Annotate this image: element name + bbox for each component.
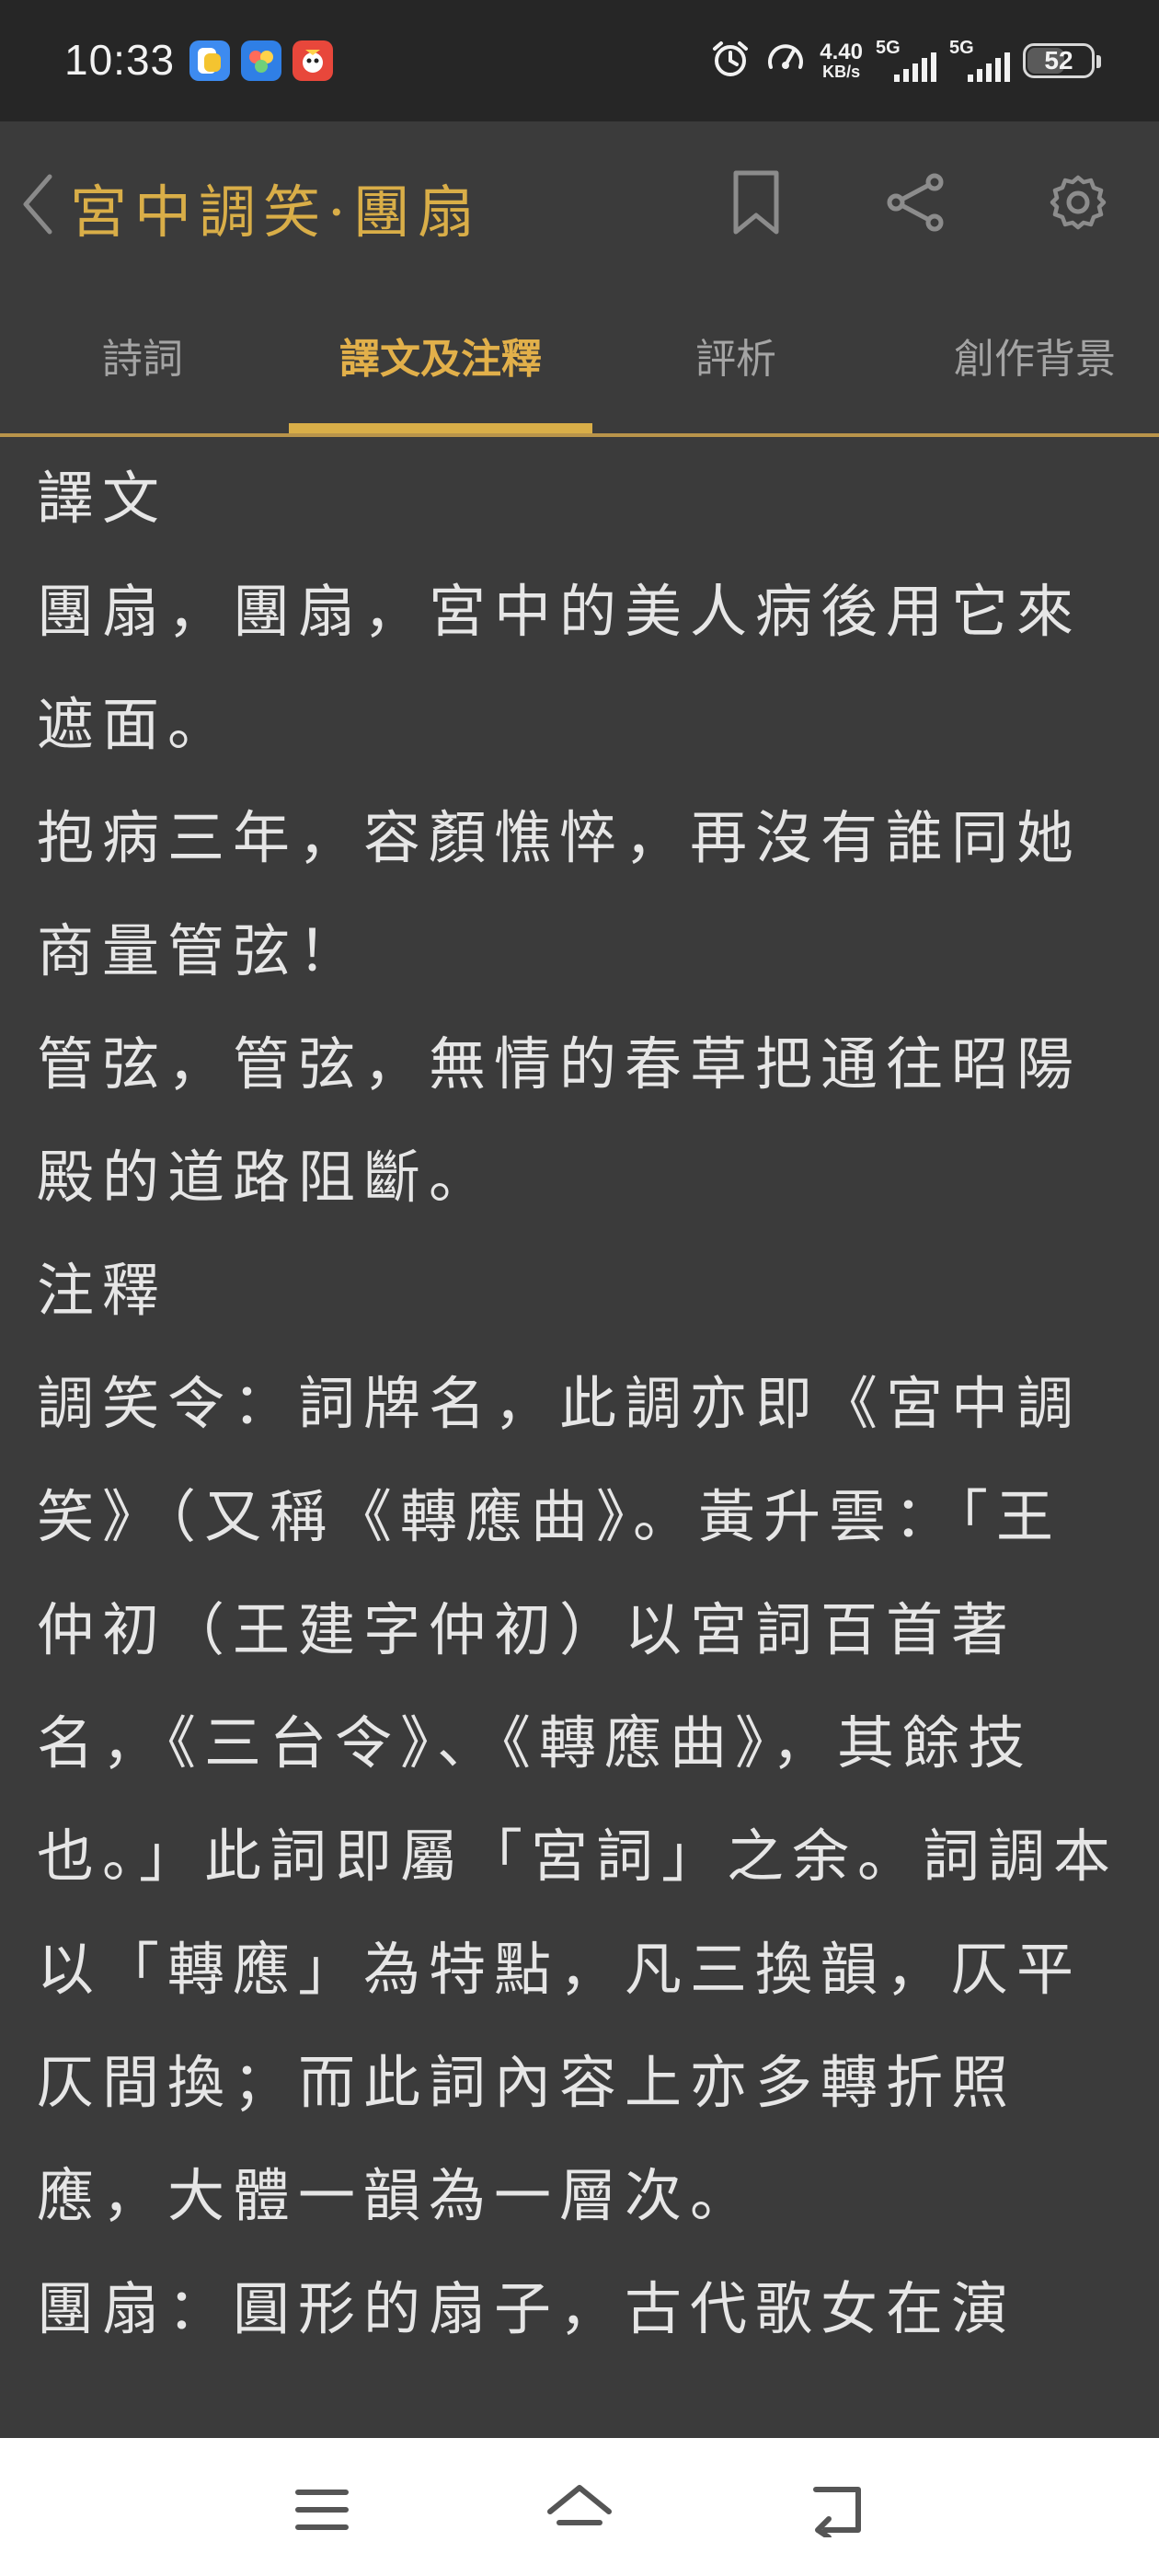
paragraph: 團扇：圓形的扇子，古代歌女在演 [37,2275,1017,2342]
tab-bar: 詩詞 譯文及注釋 評析 創作背景 [0,282,1159,437]
signal-5g-icon: 5G [876,38,936,82]
net-speed: 4.40 KB/s [820,40,863,81]
signal-5g-icon: 5G [949,38,1010,82]
app-header: 宮中調笑·團扇 [0,121,1159,282]
back-icon[interactable] [800,2473,874,2547]
battery-level: 52 [1044,46,1073,75]
tab-poem[interactable]: 詩詞 [83,323,202,397]
app-icon-colorful [241,40,281,81]
battery-icon: 52 [1023,43,1101,78]
app-icon-blue [189,40,230,81]
active-tab-indicator [289,423,592,433]
home-icon[interactable] [543,2473,616,2547]
menu-icon[interactable] [285,2473,359,2547]
app-icon-red [293,40,333,81]
tab-translation-notes[interactable]: 譯文及注釋 [316,323,565,397]
article-content: 譯文 團扇，團扇，宮中的美人病後用它來遮面。 抱病三年，容顏憔悴，再沒有誰同她商… [37,442,1122,2438]
speedometer-icon [764,38,807,84]
section-heading: 譯文 [37,465,168,532]
tab-analysis[interactable]: 評析 [676,323,796,397]
paragraph: 調笑令：詞牌名，此調亦即《宮中調笑》（又稱《轉應曲》。黃升雲：「王仲初（王建字仲… [37,1370,1119,2229]
share-icon[interactable] [878,164,955,241]
back-chevron-icon[interactable] [13,167,64,241]
gear-icon[interactable] [1039,164,1117,241]
status-bar: 10:33 4.40 KB/s 5G 5G 52 [0,0,1159,121]
paragraph: 團扇，團扇，宮中的美人病後用它來遮面。 [37,578,1083,758]
section-heading: 注釋 [37,1257,168,1324]
alarm-icon [709,38,752,84]
paragraph: 管弦，管弦，無情的春草把通往昭陽殿的道路阻斷。 [37,1030,1083,1211]
status-time: 10:33 [64,36,176,84]
paragraph: 抱病三年，容顏憔悴，再沒有誰同她商量管弦！ [37,804,1083,984]
page-title: 宮中調笑·團扇 [70,178,482,246]
bookmark-icon[interactable] [717,164,795,241]
system-nav-bar [0,2438,1159,2576]
net-speed-unit: KB/s [822,63,861,81]
net-speed-value: 4.40 [820,40,863,64]
tab-background[interactable]: 創作背景 [929,323,1141,397]
